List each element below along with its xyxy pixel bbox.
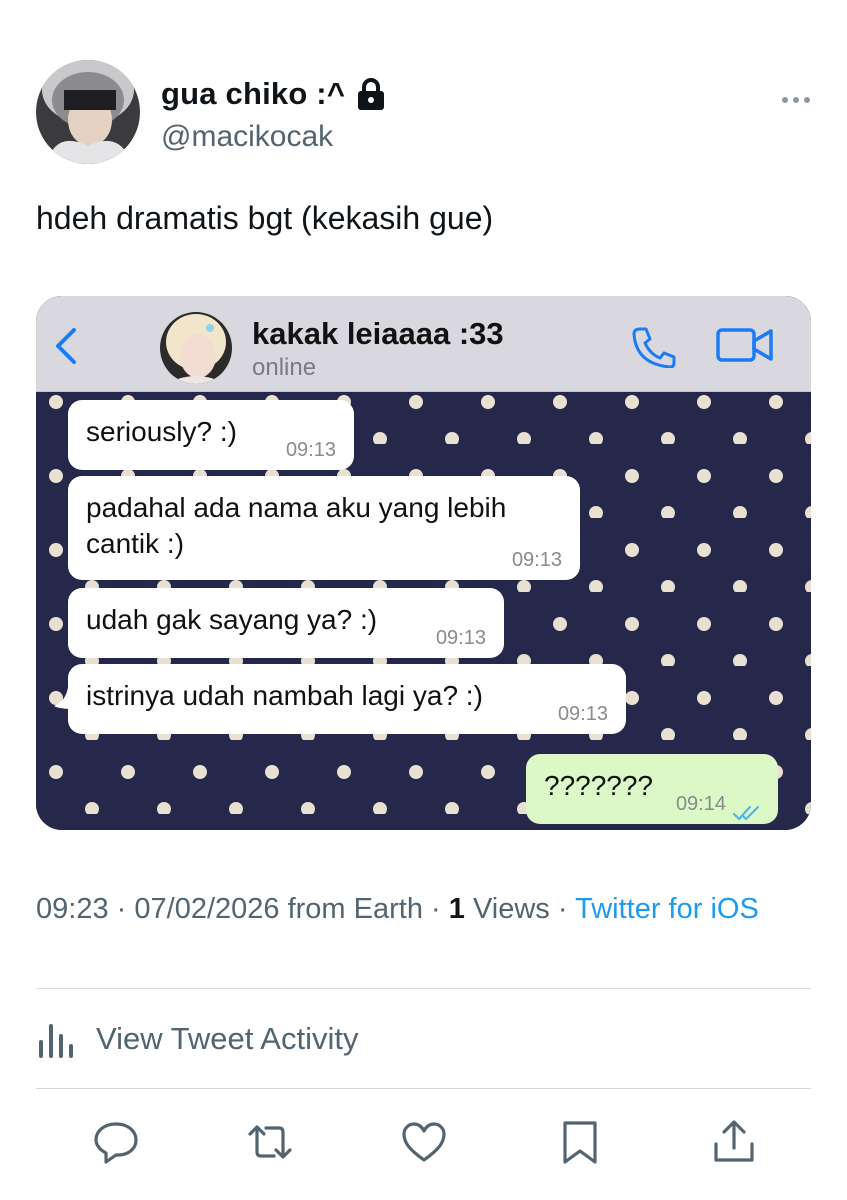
contact-avatar[interactable] [160,312,232,384]
contact-status: online [252,354,317,381]
reply-icon[interactable] [92,1118,140,1166]
views-label: Views [472,893,550,925]
divider [36,988,811,989]
contact-name: kakak leiaaaa :33 [252,316,504,351]
chat-header: kakak leiaaaa :33 online [36,296,811,392]
divider [36,1088,811,1089]
more-horizontal-icon[interactable] [781,92,811,103]
tweet-text: hdeh dramatis bgt (kekasih gue) [36,200,494,236]
view-tweet-activity-button[interactable]: View Tweet Activity [36,1018,358,1060]
share-icon[interactable] [710,1118,758,1166]
tweet-source-link[interactable]: Twitter for iOS [575,893,759,925]
author-handle[interactable]: @macikocak [161,120,333,154]
message-time: 09:13 [557,703,608,725]
bar-chart-icon [36,1018,76,1060]
message-text: padahal ada nama aku yang lebih cantik :… [86,492,507,559]
author-avatar[interactable] [36,60,140,164]
incoming-message: padahal ada nama aku yang lebih cantik :… [68,476,580,580]
tweet-image-chat-screenshot[interactable]: kakak leiaaaa :33 online seriously? :) 0… [36,296,811,830]
incoming-message: seriously? :) 09:13 [68,400,354,470]
bookmark-icon[interactable] [556,1118,604,1166]
message-text: udah gak sayang ya? :) [86,604,378,635]
message-time: 09:13 [435,627,486,649]
message-text: istrinya udah nambah lagi ya? :) [86,680,483,711]
read-ticks-icon [732,795,762,821]
phone-icon[interactable] [630,326,676,369]
view-tweet-activity-label: View Tweet Activity [96,1021,359,1056]
outgoing-message: ??????? 09:14 [526,754,778,824]
retweet-icon[interactable] [246,1118,294,1166]
heart-icon[interactable] [400,1118,448,1166]
chevron-left-icon[interactable] [52,326,80,366]
message-time: 09:14 [675,793,726,815]
lock-icon [357,78,385,110]
meta-separator: · [557,893,568,925]
meta-separator: · [116,893,127,925]
display-name-text: gua chiko :^ [161,76,346,111]
author-display-name[interactable]: gua chiko :^ [161,76,385,112]
meta-separator: · [431,893,441,925]
message-text: seriously? :) [86,416,237,447]
tweet-time: 09:23 [36,893,109,925]
video-camera-icon[interactable] [716,326,774,364]
incoming-message: udah gak sayang ya? :) 09:13 [68,588,504,658]
message-time: 09:13 [511,549,562,571]
tweet-meta: 09:23 · 07/02/2026 from Earth · 1 Views … [36,890,796,928]
tweet-date: 07/02/2026 [134,893,280,925]
views-count: 1 [448,893,465,925]
message-text: ??????? [544,770,654,801]
incoming-message: istrinya udah nambah lagi ya? :) 09:13 [68,664,626,734]
message-time: 09:13 [285,439,336,461]
tweet-location: from Earth [287,893,423,925]
